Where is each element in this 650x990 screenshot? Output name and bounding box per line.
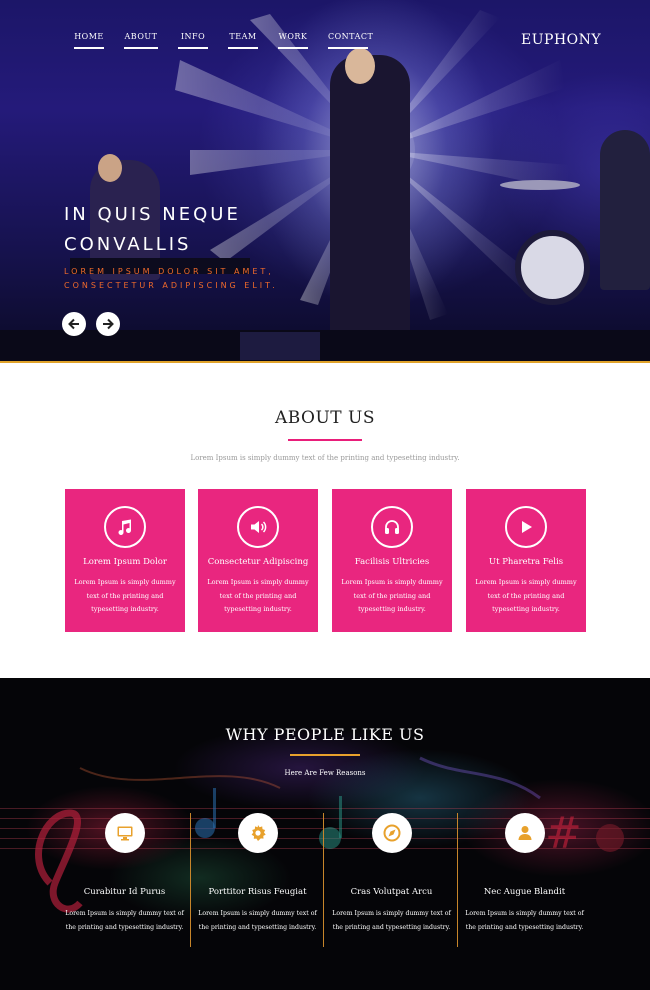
- reason-item: Cras Volutpat Arcu Lorem Ipsum is simply…: [325, 813, 458, 947]
- volume-icon: [237, 506, 279, 548]
- hero-banner: HOME ABOUT INFO TEAM WORK CONTACT EUPHON…: [0, 0, 650, 363]
- reason-item: Nec Augue Blandit Lorem Ipsum is simply …: [458, 813, 591, 947]
- monitor-icon: [105, 813, 145, 853]
- nav-home[interactable]: HOME: [74, 32, 104, 49]
- play-icon: [505, 506, 547, 548]
- why-section: # WHY PEOPLE LIKE US Here Are Few Reason…: [0, 678, 650, 990]
- nav-info[interactable]: INFO: [178, 32, 208, 49]
- feature-card-desc: Lorem Ipsum is simply dummy text of the …: [341, 578, 443, 613]
- feature-card-desc: Lorem Ipsum is simply dummy text of the …: [207, 578, 309, 613]
- feature-card[interactable]: Lorem Ipsum Dolor Lorem Ipsum is simply …: [65, 489, 185, 632]
- nav-work[interactable]: WORK: [278, 32, 308, 49]
- hero-subtitle: LOREM IPSUM DOLOR SIT AMET, CONSECTETUR …: [64, 267, 278, 290]
- brand-logo[interactable]: EUPHONY: [521, 32, 601, 48]
- feature-card[interactable]: Ut Pharetra Felis Lorem Ipsum is simply …: [466, 489, 586, 632]
- nav-team[interactable]: TEAM: [228, 32, 258, 49]
- feature-card-desc: Lorem Ipsum is simply dummy text of the …: [475, 578, 577, 613]
- why-subtitle: Here Are Few Reasons: [284, 769, 366, 777]
- reason-title: Porttitor Risus Feugiat: [208, 887, 307, 897]
- keyboard-player-head: [98, 154, 122, 182]
- singer-head: [345, 48, 375, 84]
- user-icon: [505, 813, 545, 853]
- reason-desc: Lorem Ipsum is simply dummy text of the …: [465, 910, 584, 931]
- headphones-icon: [371, 506, 413, 548]
- about-lead-text: Lorem Ipsum is simply dummy text of the …: [190, 454, 460, 462]
- reason-title: Nec Augue Blandit: [483, 887, 566, 897]
- singer-silhouette: [330, 55, 410, 355]
- feature-card[interactable]: Facilisis Ultricies Lorem Ipsum is simpl…: [332, 489, 452, 632]
- about-title-underline: [288, 439, 362, 441]
- drum-kit: [515, 230, 590, 305]
- reason-desc: Lorem Ipsum is simply dummy text of the …: [65, 910, 184, 931]
- monitor-speaker: [240, 332, 320, 360]
- arrow-left-icon: [68, 318, 79, 330]
- feature-card-title: Consectetur Adipiscing: [207, 557, 309, 567]
- feature-card[interactable]: Consectetur Adipiscing Lorem Ipsum is si…: [198, 489, 318, 632]
- arrow-right-icon: [103, 318, 114, 330]
- gear-icon: [238, 813, 278, 853]
- reason-item: Curabitur Id Purus Lorem Ipsum is simply…: [58, 813, 191, 947]
- reason-title: Cras Volutpat Arcu: [350, 887, 433, 897]
- hero-title: IN QUIS NEQUE CONVALLIS: [64, 204, 241, 255]
- reason-desc: Lorem Ipsum is simply dummy text of the …: [198, 910, 317, 931]
- feature-card-title: Ut Pharetra Felis: [488, 557, 564, 567]
- drummer: [600, 130, 650, 290]
- reason-title: Curabitur Id Purus: [83, 887, 166, 897]
- drum-cymbal: [500, 180, 580, 190]
- why-title-underline: [290, 754, 360, 756]
- feature-card-desc: Lorem Ipsum is simply dummy text of the …: [74, 578, 176, 613]
- stage-floor: [0, 330, 650, 361]
- reason-item: Porttitor Risus Feugiat Lorem Ipsum is s…: [191, 813, 324, 947]
- slider-next-button[interactable]: [96, 312, 120, 336]
- nav-contact[interactable]: CONTACT: [328, 32, 373, 49]
- slider-prev-button[interactable]: [62, 312, 86, 336]
- reason-desc: Lorem Ipsum is simply dummy text of the …: [332, 910, 451, 931]
- about-section: ABOUT US Lorem Ipsum is simply dummy tex…: [0, 363, 650, 678]
- about-title: ABOUT US: [274, 408, 376, 428]
- why-title: WHY PEOPLE LIKE US: [225, 725, 425, 744]
- feature-card-title: Lorem Ipsum Dolor: [83, 557, 167, 567]
- music-note-icon: [104, 506, 146, 548]
- feature-card-title: Facilisis Ultricies: [354, 557, 430, 567]
- main-nav: HOME ABOUT INFO TEAM WORK CONTACT: [74, 32, 388, 49]
- compass-icon: [372, 813, 412, 853]
- nav-about[interactable]: ABOUT: [124, 32, 158, 49]
